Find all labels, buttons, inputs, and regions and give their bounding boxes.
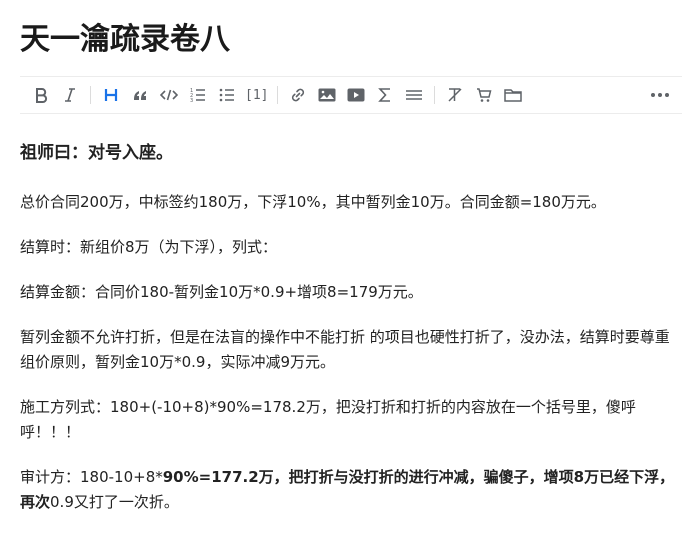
footnote-button[interactable]: [1] <box>245 83 268 107</box>
paragraph-3: 结算金额：合同价180-暂列金10万*0.9+增项8=179万元。 <box>20 283 423 301</box>
cart-button[interactable] <box>473 83 495 107</box>
horizontal-rule-icon <box>406 90 423 100</box>
paragraph-2: 结算时：新组价8万（为下浮），列式： <box>20 238 278 256</box>
heading-button[interactable] <box>100 83 122 107</box>
image-icon <box>318 88 336 102</box>
section-heading: 祖师曰：对号入座。 <box>20 143 173 163</box>
bullet-list-button[interactable] <box>216 83 238 107</box>
quote-icon <box>134 91 146 100</box>
paragraph-1: 总价合同200万，中标签约180万，下浮10%，其中暂列金10万。合同金额=18… <box>20 193 606 211</box>
clear-format-button[interactable] <box>444 83 466 107</box>
video-icon <box>347 88 365 102</box>
paragraph-6: 审计方：180-10+8*90%=177.2万，把打折与没打折的进行冲减，骗傻子… <box>20 465 682 515</box>
more-button[interactable] <box>649 83 671 107</box>
quote-button[interactable] <box>129 83 151 107</box>
toolbar-divider <box>434 86 436 104</box>
toolbar-divider <box>277 86 279 104</box>
ordered-list-button[interactable]: 123 <box>187 83 209 107</box>
cart-icon <box>477 88 492 102</box>
formula-button[interactable] <box>374 83 396 107</box>
bullet-list-icon <box>219 88 234 102</box>
bold-icon <box>36 88 48 103</box>
image-button[interactable] <box>316 83 338 107</box>
toolbar-divider <box>90 86 91 104</box>
bold-button[interactable] <box>30 83 52 107</box>
editor-toolbar: 123 [1] <box>20 76 682 114</box>
italic-icon <box>65 88 75 102</box>
more-icon <box>651 93 669 97</box>
divider-button[interactable] <box>403 83 425 107</box>
svg-text:3: 3 <box>190 98 193 103</box>
paragraph-4: 暂列金额不允许打折，但是在法盲的操作中不能打折 的项目也硬性打折了，没办法，结算… <box>20 328 670 371</box>
paragraph-6-tail-text: 0.9又打了一次折。 <box>50 493 179 511</box>
folder-icon <box>504 89 523 102</box>
sigma-icon <box>378 88 391 102</box>
link-button[interactable] <box>287 83 309 107</box>
paragraph-5: 施工方列式：180+(-10+8)*90%=178.2万，把没打折和打折的内容放… <box>20 398 636 441</box>
footnote-label: [1] <box>245 87 269 103</box>
italic-button[interactable] <box>59 83 81 107</box>
link-icon <box>292 88 305 102</box>
document-title: 天一瀹疏录卷八 <box>20 22 230 57</box>
code-button[interactable] <box>158 83 180 107</box>
video-button[interactable] <box>345 83 367 107</box>
code-icon <box>160 89 178 101</box>
folder-button[interactable] <box>502 83 524 107</box>
heading-icon <box>104 89 118 101</box>
paragraph-6-text: 审计方：180-10+8* <box>20 468 163 486</box>
clear-format-icon <box>448 88 463 102</box>
ordered-list-icon: 123 <box>190 88 205 103</box>
document-body[interactable]: 祖师曰：对号入座。 总价合同200万，中标签约180万，下浮10%，其中暂列金1… <box>20 140 682 535</box>
